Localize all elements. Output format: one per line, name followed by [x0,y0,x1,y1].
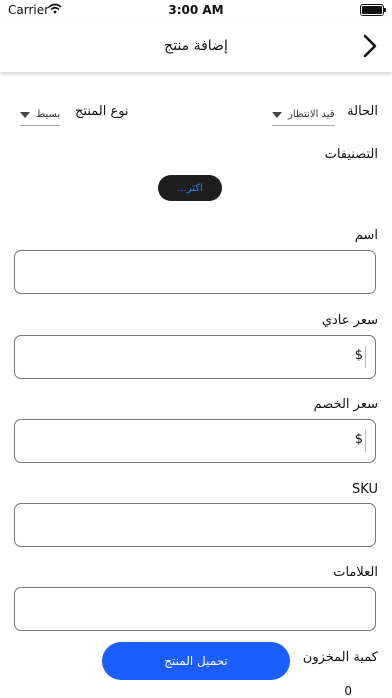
upload-product-button[interactable]: تحميل المنتج [102,642,290,680]
sale-price-label: سعر الخصم [313,397,378,412]
tags-input[interactable] [14,587,376,631]
more-categories-button[interactable]: ...اكثر [158,175,222,201]
currency-prefix: $ [354,348,363,363]
regular-price-label: سعر عادي [321,313,378,328]
product-type-value: بسيط [36,109,61,120]
caret-down-icon [272,111,282,118]
caret-down-icon [20,111,30,118]
currency-prefix: $ [354,432,363,447]
sale-price-input[interactable]: $ [14,419,376,463]
status-label: الحالة [347,104,378,119]
battery-icon [360,4,386,16]
page-title: إضافة منتج [164,38,228,54]
stock-quantity-label: كمية المخزون [302,650,378,665]
product-type-label: نوع المنتج [75,104,129,119]
status-bar: Carrier 3:00 AM [0,0,392,22]
status-dropdown[interactable]: قيد الانتظار [272,109,335,126]
regular-price-input[interactable]: $ [14,335,376,379]
name-input[interactable] [14,250,376,294]
name-label: اسم [354,228,378,243]
sku-input[interactable] [14,503,376,547]
status-value: قيد الانتظار [288,109,335,120]
tags-label: العلامات [333,565,378,580]
navigation-bar: إضافة منتج [0,22,392,72]
categories-label: التصنيفات [324,147,378,162]
chevron-right-icon[interactable] [358,32,382,60]
clock-time: 3:00 AM [168,3,224,17]
product-type-dropdown[interactable]: بسيط [20,109,61,126]
sku-label: SKU [352,482,378,497]
